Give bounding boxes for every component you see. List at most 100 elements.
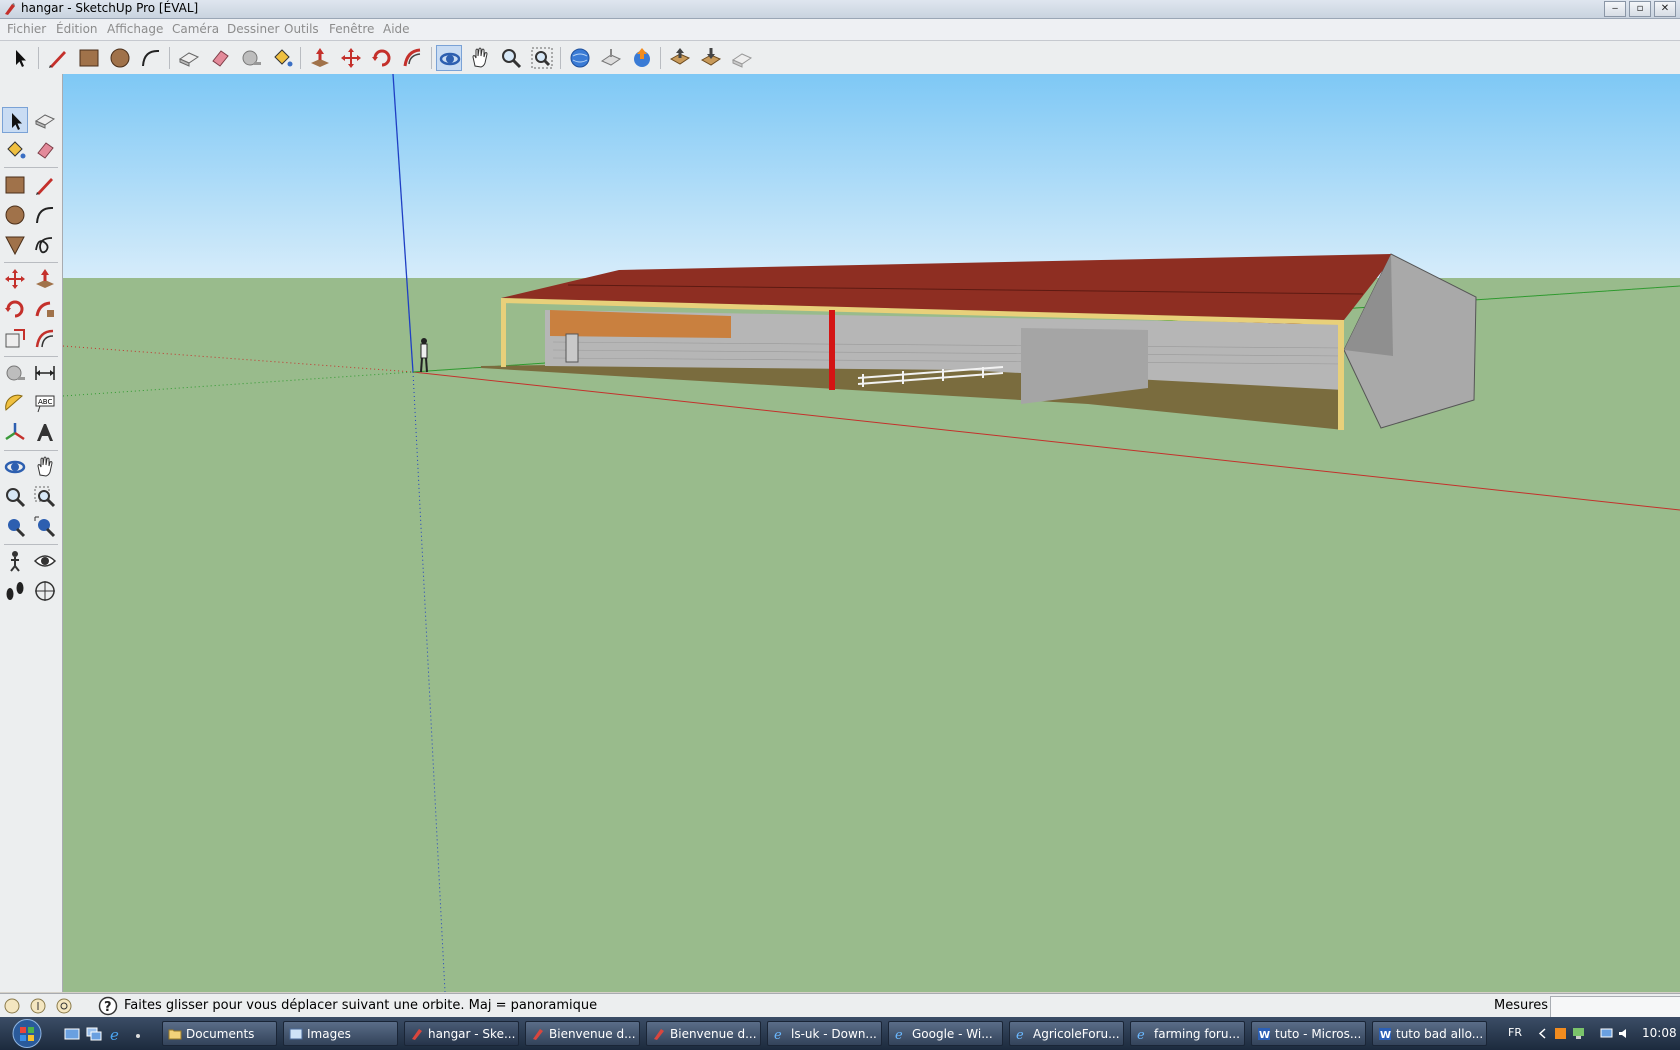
extension-button[interactable] (729, 45, 755, 71)
zoom-tool-button[interactable] (498, 45, 524, 71)
move-tool-button[interactable] (338, 45, 364, 71)
show-desktop-icon[interactable] (64, 1026, 80, 1042)
left-freehand-tool[interactable] (32, 232, 58, 258)
left-paint-tool[interactable] (2, 137, 28, 163)
left-orbit-tool[interactable] (2, 454, 28, 480)
left-text-tool[interactable]: ABC (32, 390, 58, 416)
menu-outils[interactable]: Outils (284, 22, 319, 36)
language-indicator[interactable]: FR (1508, 1026, 1522, 1039)
download-button[interactable] (698, 45, 724, 71)
circle-tool-button[interactable] (107, 45, 133, 71)
tape-measure-button[interactable] (238, 45, 264, 71)
geolocation-icon[interactable] (4, 998, 20, 1014)
left-arc-tool[interactable] (32, 202, 58, 228)
pencil-tool-button[interactable] (45, 45, 71, 71)
left-zoom-window-tool[interactable] (32, 484, 58, 510)
left-position-camera-tool[interactable] (2, 548, 28, 574)
left-scale-tool[interactable] (2, 326, 28, 352)
left-protractor-tool[interactable] (2, 390, 28, 416)
switch-windows-icon[interactable] (86, 1026, 102, 1042)
menu-dessiner[interactable]: Dessiner (227, 22, 279, 36)
left-3d-text-tool[interactable] (32, 420, 58, 446)
left-rotate-tool[interactable] (2, 296, 28, 322)
menu-fichier[interactable]: Fichier (7, 22, 46, 36)
left-follow-me-tool[interactable] (32, 296, 58, 322)
task-tuto-word[interactable]: Wtuto - Micros... (1251, 1021, 1366, 1046)
task-tuto-bad-word[interactable]: Wtuto bad allo... (1372, 1021, 1487, 1046)
circle-icon (110, 48, 130, 68)
orbit-tool-button[interactable] (436, 45, 462, 71)
task-documents[interactable]: Documents (162, 1021, 277, 1046)
left-pencil-tool[interactable] (32, 172, 58, 198)
measurements-input[interactable] (1550, 996, 1680, 1018)
left-previous-view-tool[interactable] (2, 514, 28, 540)
quicklaunch-more-icon[interactable] (130, 1026, 146, 1042)
close-button[interactable]: ✕ (1654, 1, 1676, 17)
get-models-button[interactable] (567, 45, 593, 71)
volume-icon[interactable] (1618, 1027, 1631, 1040)
left-eraser-tool[interactable] (32, 137, 58, 163)
share-model-button[interactable] (598, 45, 624, 71)
task-images[interactable]: Images (283, 1021, 398, 1046)
follow-me-button[interactable] (400, 45, 426, 71)
task-agricoleforum[interactable]: e AgricoleForu... (1009, 1021, 1124, 1046)
tray-expand-icon[interactable] (1536, 1027, 1549, 1040)
left-polygon-tool[interactable] (2, 232, 28, 258)
menu-fenetre[interactable]: Fenêtre (329, 22, 374, 36)
left-pan-tool[interactable] (32, 454, 58, 480)
move-icon (341, 48, 361, 68)
menu-camera[interactable]: Caméra (172, 22, 219, 36)
eraser-tool-button[interactable] (207, 45, 233, 71)
left-axes-tool[interactable] (2, 420, 28, 446)
help-icon[interactable]: ? (98, 996, 118, 1016)
rectangle-tool-button[interactable] (76, 45, 102, 71)
arc-tool-button[interactable] (138, 45, 164, 71)
left-zoom-extents-tool[interactable] (32, 514, 58, 540)
task-bienvenue-1[interactable]: Bienvenue d... (525, 1021, 640, 1046)
rotate-tool-button[interactable] (369, 45, 395, 71)
3d-viewport[interactable] (63, 74, 1680, 992)
push-pull-button[interactable] (307, 45, 333, 71)
left-tape-measure-tool[interactable] (2, 360, 28, 386)
zoom-extents-button[interactable] (529, 45, 555, 71)
left-rectangle-tool[interactable] (2, 172, 28, 198)
warehouse-button[interactable] (629, 45, 655, 71)
start-button[interactable] (4, 1018, 50, 1049)
left-zoom-tool[interactable] (2, 484, 28, 510)
make-component-button[interactable] (176, 45, 202, 71)
maximize-button[interactable]: ▫ (1629, 1, 1651, 17)
task-ls-uk[interactable]: e ls-uk - Down... (767, 1021, 882, 1046)
menu-affichage[interactable]: Affichage (107, 22, 163, 36)
model-scene[interactable] (63, 74, 1680, 992)
select-tool-button[interactable] (7, 45, 33, 71)
sketchup-icon (412, 1029, 422, 1040)
sky (63, 74, 1680, 278)
task-farming-forum[interactable]: e farming foru... (1130, 1021, 1245, 1046)
paint-bucket-button[interactable] (269, 45, 295, 71)
upload-button[interactable] (667, 45, 693, 71)
menu-edition[interactable]: Édition (56, 22, 98, 36)
task-bienvenue-2[interactable]: Bienvenue d... (646, 1021, 761, 1046)
pan-tool-button[interactable] (467, 45, 493, 71)
minimize-button[interactable]: ‒ (1604, 1, 1626, 17)
left-circle-tool[interactable] (2, 202, 28, 228)
tray-app-icon[interactable] (1554, 1027, 1567, 1040)
left-component-tool[interactable] (32, 107, 58, 133)
menu-aide[interactable]: Aide (383, 22, 410, 36)
signin-icon[interactable] (56, 998, 72, 1014)
left-offset-tool[interactable] (32, 326, 58, 352)
left-select-tool[interactable] (2, 107, 28, 133)
left-dimension-tool[interactable] (32, 360, 58, 386)
task-hangar-sketchup[interactable]: hangar - Ske... (404, 1021, 519, 1046)
tray-monitor-icon[interactable] (1600, 1027, 1613, 1040)
left-walk-tool[interactable] (2, 578, 28, 604)
ie-icon[interactable]: e (108, 1026, 124, 1042)
left-move-tool[interactable] (2, 266, 28, 292)
left-section-plane-tool[interactable] (32, 578, 58, 604)
tray-network-icon[interactable] (1572, 1027, 1585, 1040)
left-look-around-tool[interactable] (32, 548, 58, 574)
left-push-pull-tool[interactable] (32, 266, 58, 292)
main-toolbar (0, 41, 1680, 75)
task-google[interactable]: e Google - Wi... (888, 1021, 1003, 1046)
credits-icon[interactable] (30, 998, 46, 1014)
